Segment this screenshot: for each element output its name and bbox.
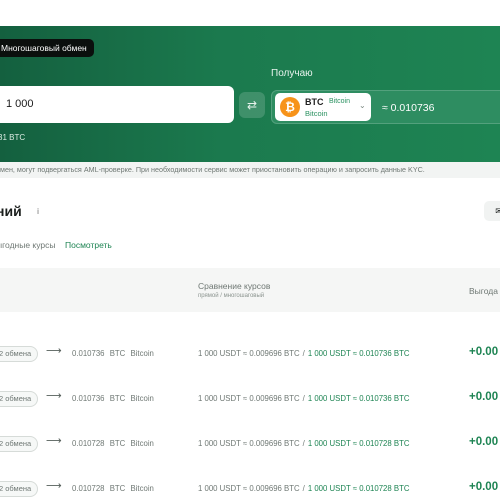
arrow-right-icon: ⟶	[46, 345, 62, 357]
rate-comparison: 1 000 USDT ≈ 0.009696 BTC/1 000 USDT ≈ 0…	[198, 394, 410, 403]
view-link[interactable]: Посмотреть	[65, 240, 112, 250]
row-amount: 0.010728 BTC Bitcoin	[72, 484, 154, 493]
send-amount-value[interactable]: 1 000	[6, 98, 34, 110]
benefit-value: +0.00	[469, 346, 499, 358]
header-benefit: Выгода	[469, 286, 498, 296]
coin-network-small: Bitcoin	[329, 98, 351, 105]
chevron-down-icon: ⌄	[359, 101, 366, 110]
steps-badge: 2 обмена	[0, 481, 39, 497]
rate-comparison: 1 000 USDT ≈ 0.009696 BTC/1 000 USDT ≈ 0…	[198, 349, 410, 358]
section-title: ний	[0, 203, 22, 219]
steps-badge: 2 обмена	[0, 391, 39, 407]
receive-amount-value: ≈ 0.010736	[382, 102, 435, 114]
exchange-page: Многошаговый обмен Получаю 1 000 ⇄ ₿ BTC…	[0, 0, 500, 500]
top-strip	[0, 0, 500, 26]
benefit-value: +0.00	[469, 391, 499, 403]
table-row[interactable]: 2 обмена ⟶ 0.010736 BTC Bitcoin 1 000 US…	[0, 332, 500, 376]
bitcoin-icon: ₿	[280, 97, 300, 117]
arrow-right-icon: ⟶	[46, 390, 62, 402]
steps-badge: 2 обмена	[0, 346, 39, 362]
rates-hint: ыгодные курсы	[0, 240, 56, 250]
benefit-value: +0.00	[469, 436, 499, 448]
receive-label: Получаю	[271, 68, 313, 79]
exchange-hero: Многошаговый обмен Получаю 1 000 ⇄ ₿ BTC…	[0, 26, 500, 162]
coin-select-dropdown[interactable]: ₿ BTC Bitcoin Bitcoin ⌄	[275, 93, 371, 121]
table-row[interactable]: 2 обмена ⟶ 0.010728 BTC Bitcoin 1 000 US…	[0, 422, 500, 466]
row-amount: 0.010736 BTC Bitcoin	[72, 394, 154, 403]
coin-network: Bitcoin	[305, 109, 328, 118]
tab-multistep-exchange[interactable]: Многошаговый обмен	[0, 39, 94, 57]
coin-ticker: BTC	[305, 97, 324, 107]
mail-icon: ✉	[495, 206, 500, 216]
header-compare: Сравнение курсов	[198, 281, 271, 291]
info-icon[interactable]: i	[33, 207, 43, 217]
min-amount-text: 31 BTC	[0, 133, 26, 142]
rate-comparison: 1 000 USDT ≈ 0.009696 BTC/1 000 USDT ≈ 0…	[198, 439, 410, 448]
aml-notice: мен, могут подвергаться AML-проверке. Пр…	[0, 162, 500, 178]
table-row[interactable]: 2 обмена ⟶ 0.010736 BTC Bitcoin 1 000 US…	[0, 377, 500, 421]
arrow-right-icon: ⟶	[46, 435, 62, 447]
benefit-value: +0.00	[469, 481, 499, 493]
row-amount: 0.010736 BTC Bitcoin	[72, 349, 154, 358]
mail-button[interactable]: ✉	[484, 201, 500, 221]
table-row[interactable]: 2 обмена ⟶ 0.010728 BTC Bitcoin 1 000 US…	[0, 467, 500, 500]
swap-button[interactable]: ⇄	[239, 92, 265, 118]
swap-arrows-icon: ⇄	[246, 98, 258, 112]
row-amount: 0.010728 BTC Bitcoin	[72, 439, 154, 448]
receive-field[interactable]: ₿ BTC Bitcoin Bitcoin ⌄ ≈ 0.010736	[271, 90, 500, 124]
rate-comparison: 1 000 USDT ≈ 0.009696 BTC/1 000 USDT ≈ 0…	[198, 484, 410, 493]
send-amount-input[interactable]: 1 000	[0, 86, 234, 123]
steps-badge: 2 обмена	[0, 436, 39, 452]
table-header: Сравнение курсов прямой / многошаговый В…	[0, 268, 500, 312]
header-compare-sub: прямой / многошаговый	[198, 293, 265, 299]
arrow-right-icon: ⟶	[46, 480, 62, 492]
